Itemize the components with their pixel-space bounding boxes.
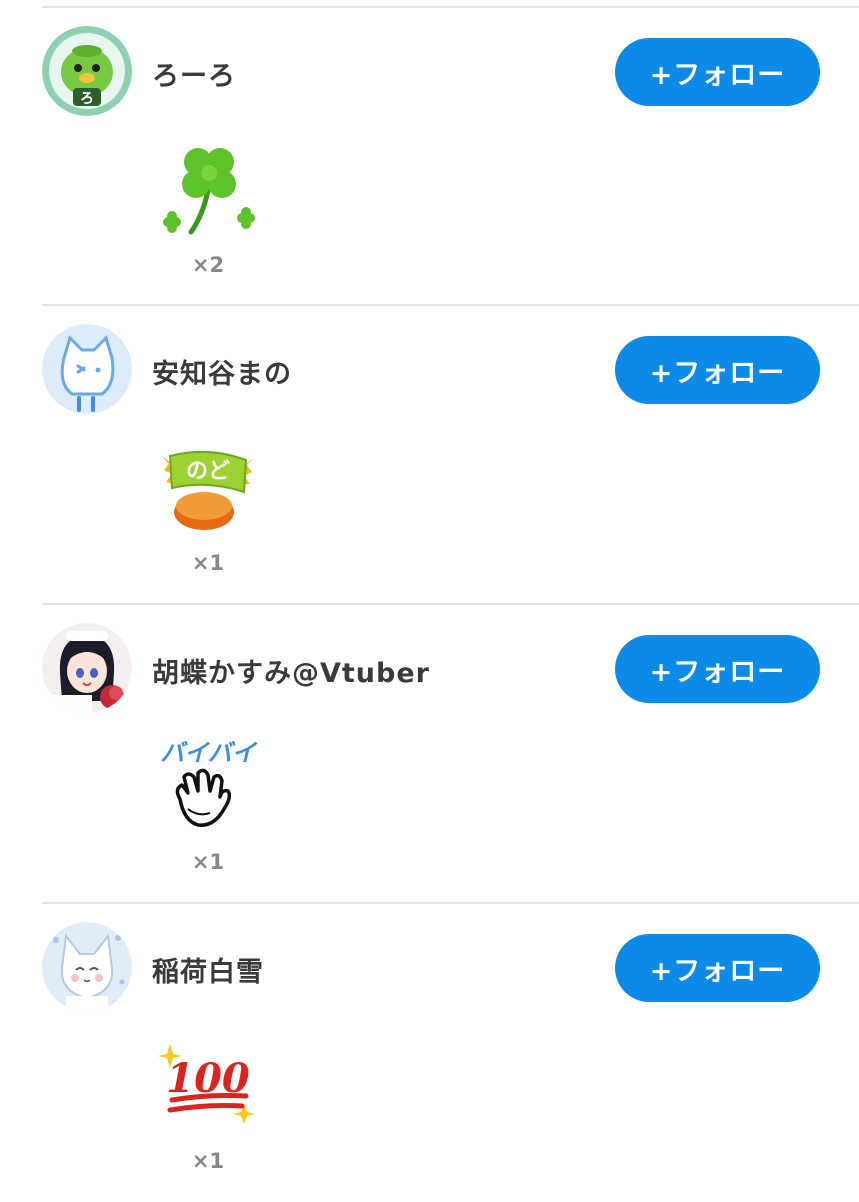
avatar[interactable] [42,922,132,1012]
avatar[interactable] [42,623,132,713]
stamp-text: バイバイ [160,739,258,767]
stamp-count: ×2 [191,253,225,277]
username[interactable]: 胡蝶かすみ@Vtuber [152,651,430,690]
follow-button[interactable]: +フォロー [615,38,820,106]
stamp-text: のど [186,459,230,484]
svg-text:ろ: ろ [80,91,94,107]
username[interactable]: ろーろ [152,54,236,93]
username[interactable]: 稲荷白雪 [152,950,264,989]
follow-button[interactable]: +フォロー [615,934,820,1002]
stamp-count: ×1 [191,850,225,874]
stamp-count: ×1 [191,1149,225,1173]
stamp-count: ×1 [191,551,225,575]
list-item: ろ ろーろ +フォロー ×2 [0,8,859,306]
list-item: 稲荷白雪 +フォロー 100 ×1 [0,904,859,1202]
username[interactable]: 安知谷まの [152,352,292,391]
follow-button[interactable]: +フォロー [615,336,820,404]
list-item: 胡蝶かすみ@Vtuber +フォロー バイバイ ×1 [0,605,859,903]
four-leaf-clover-icon [158,140,258,240]
avatar[interactable]: ろ [42,26,132,116]
list-item: 安知谷まの +フォロー のど ×1 [0,306,859,604]
follow-button[interactable]: +フォロー [615,635,820,703]
throat-candy-icon: のど [158,438,258,538]
hundred-points-icon: 100 [158,1036,258,1136]
waving-hand-icon: バイバイ [158,737,258,837]
avatar[interactable] [42,324,132,414]
